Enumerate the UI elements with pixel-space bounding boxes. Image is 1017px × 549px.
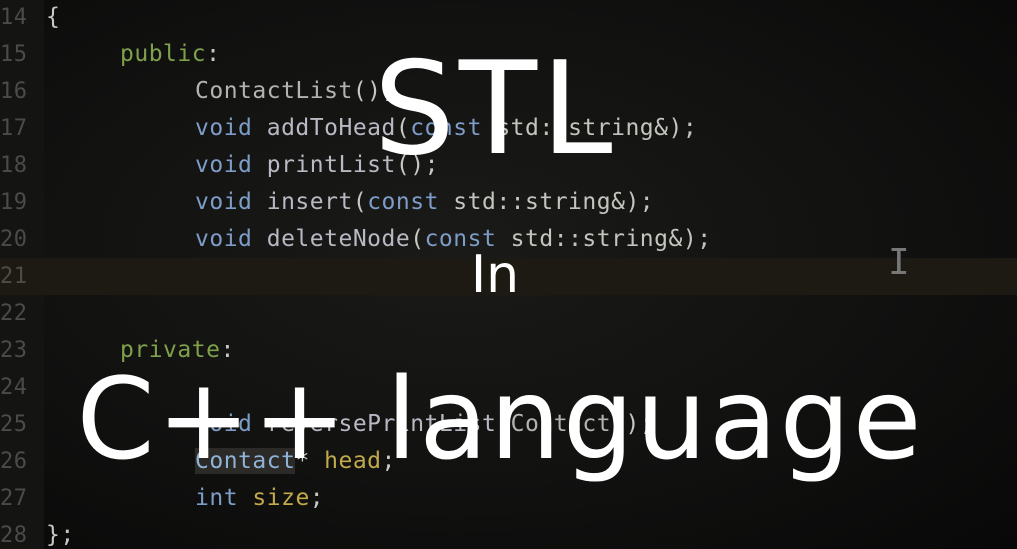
line-number: 26 (0, 449, 28, 474)
line-number: 25 (0, 412, 28, 437)
code-token: void (195, 226, 253, 252)
code-line[interactable]: 28}; (0, 517, 1017, 549)
line-number: 17 (0, 116, 28, 141)
code-line[interactable]: 14 { (0, 0, 1017, 36)
code-token: public (120, 41, 207, 67)
overlay-subtitle: C++ language (76, 355, 924, 485)
code-token: insert (252, 189, 353, 215)
thumbnail-screen: 14{15 public: 16 ContactList(); 17 void addTo… (0, 0, 1017, 549)
code-token: : (206, 41, 221, 67)
overlay-connector: In (470, 245, 520, 305)
code-token: void (195, 152, 253, 178)
line-number: 16 (0, 79, 28, 104)
text-cursor-icon: I (888, 242, 910, 283)
code-token: const (367, 189, 439, 215)
line-number: 23 (0, 338, 28, 363)
line-number: 15 (0, 42, 28, 67)
code-text: { (46, 0, 60, 36)
code-token: deleteNode (252, 226, 411, 252)
line-number: 20 (0, 227, 28, 252)
line-number: 21 (0, 264, 28, 289)
code-token: ( (352, 189, 368, 215)
code-text: public: (120, 36, 220, 73)
code-line[interactable]: 19 void insert(const std::string&); (0, 184, 1017, 221)
code-token: void (195, 189, 253, 215)
line-number: 28 (0, 523, 28, 548)
code-token: std::string&); (438, 189, 655, 215)
line-number: 18 (0, 153, 28, 178)
code-text: void insert(const std::string&); (195, 184, 654, 221)
code-token: ( (410, 226, 425, 252)
line-number: 19 (0, 190, 28, 215)
code-token: void (195, 115, 253, 141)
line-number: 22 (0, 301, 28, 326)
line-number: 27 (0, 486, 28, 511)
line-number: 24 (0, 375, 28, 400)
line-number: 14 (0, 5, 28, 30)
code-text: }; (46, 517, 75, 549)
overlay-title: STL (373, 35, 617, 184)
code-token: }; (46, 522, 75, 548)
code-token: { (46, 4, 61, 30)
